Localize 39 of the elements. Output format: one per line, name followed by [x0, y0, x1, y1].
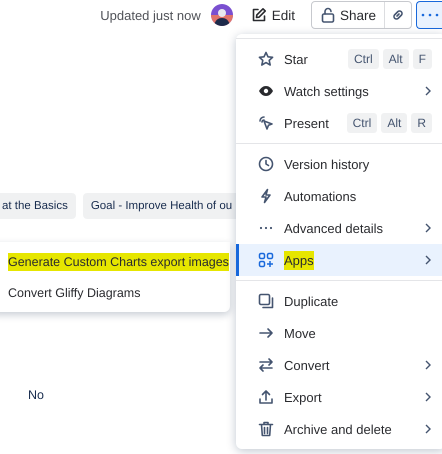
keyboard-key: Ctrl	[346, 113, 378, 133]
lightning-icon	[258, 188, 274, 204]
last-updated-text: Updated just now	[100, 8, 201, 22]
more-actions-button[interactable]	[416, 1, 442, 29]
menu-item[interactable]: Convert	[236, 349, 442, 381]
keyboard-key: Alt	[382, 49, 409, 69]
arrow-right-icon	[258, 325, 274, 341]
edit-button[interactable]: Edit	[246, 4, 299, 26]
menu-item[interactable]: Export	[236, 381, 442, 413]
menu-item[interactable]: Version history	[236, 148, 442, 180]
tag-chip[interactable]: at the Basics	[0, 193, 76, 219]
upload-icon	[258, 389, 274, 405]
keyboard-key: F	[412, 49, 432, 69]
keyboard-key: Alt	[381, 113, 408, 133]
link-icon	[391, 8, 405, 22]
duplicate-icon	[258, 293, 274, 309]
menu-item[interactable]: Watch settings	[236, 75, 442, 107]
avatar[interactable]	[210, 4, 233, 26]
menu-item[interactable]: Move	[236, 317, 442, 349]
pencil-icon	[250, 7, 267, 23]
menu-item[interactable]: Star Ctrl Alt F	[236, 43, 442, 75]
padlock-icon	[320, 7, 335, 23]
ellipsis-icon	[258, 226, 274, 230]
menu-item[interactable]: Present Ctrl Alt R	[236, 107, 442, 139]
menu-item[interactable]: Apps	[236, 244, 442, 276]
submenu-item[interactable]: Convert Gliffy Diagrams	[0, 277, 230, 308]
swap-arrows-icon	[258, 357, 274, 373]
clock-icon	[258, 156, 274, 172]
star-icon	[258, 51, 274, 67]
pointer-icon	[258, 115, 274, 131]
menu-item[interactable]: Archive and delete	[236, 413, 442, 445]
menu-item[interactable]: Duplicate	[236, 285, 442, 317]
table-cell: No	[28, 388, 44, 402]
keyboard-key: Ctrl	[348, 49, 379, 69]
keyboard-key: R	[411, 113, 432, 133]
apps-icon	[258, 252, 274, 268]
ellipsis-icon	[421, 13, 439, 17]
trash-icon	[258, 421, 274, 437]
eye-icon	[258, 83, 274, 99]
